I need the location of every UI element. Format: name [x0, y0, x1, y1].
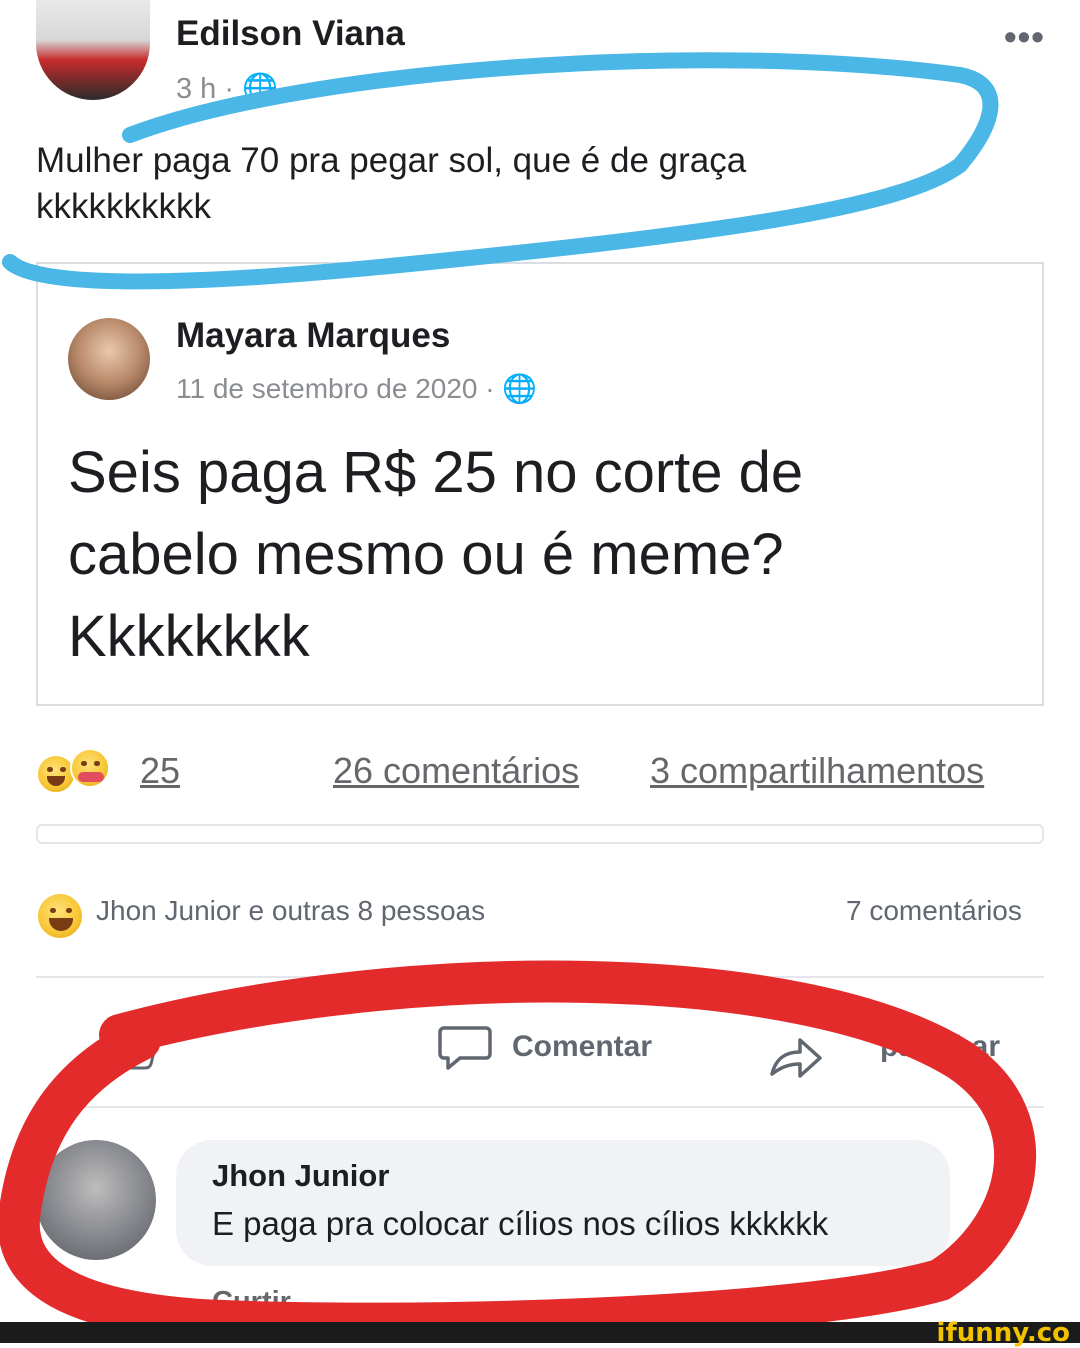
shared-date-text: 11 de setembro de 2020 ·	[176, 373, 503, 404]
share-button[interactable]: partilhar	[880, 1030, 1000, 1064]
post-timestamp[interactable]: 3 h · 🌐	[176, 72, 278, 106]
reactions-count[interactable]: 25	[140, 750, 180, 792]
care-reaction-icon	[70, 748, 110, 788]
comments-count-link[interactable]: 26 comentários	[333, 750, 579, 792]
shared-author-avatar[interactable]	[68, 318, 150, 400]
like-icon[interactable]	[100, 1014, 160, 1074]
post-author[interactable]: Edilson Viana	[176, 14, 405, 54]
post-text: Mulher paga 70 pra pegar sol, que é de g…	[36, 138, 996, 230]
watermark-logo: ifunny.co	[936, 1318, 1070, 1348]
post-time-text: 3 h ·	[176, 73, 235, 105]
haha-reaction-icon	[36, 892, 84, 940]
comment-text: E paga pra colocar cílios nos cílios kkk…	[212, 1205, 829, 1242]
comments-count[interactable]: 7 comentários	[846, 895, 1022, 927]
comment-button[interactable]: Comentar	[512, 1030, 652, 1064]
post-text-line: Mulher paga 70 pra pegar sol, que é de g…	[36, 141, 747, 180]
shared-text-line: Kkkkkkkk	[68, 604, 310, 669]
shared-post-date[interactable]: 11 de setembro de 2020 · 🌐	[176, 372, 537, 405]
avatar[interactable]	[36, 0, 150, 100]
shared-post-author[interactable]: Mayara Marques	[176, 316, 450, 356]
share-icon[interactable]	[766, 1030, 826, 1080]
shared-text-line: Seis paga R$ 25 no corte de	[68, 440, 804, 505]
post-text-line: kkkkkkkkkk	[36, 187, 211, 226]
divider	[36, 976, 1044, 978]
shared-text-line: cabelo mesmo ou é meme?	[68, 522, 784, 587]
comment-author[interactable]: Jhon Junior	[212, 1158, 389, 1194]
bottom-bar	[0, 1322, 1080, 1343]
commenter-avatar[interactable]	[36, 1140, 156, 1260]
shares-count-link[interactable]: 3 compartilhamentos	[650, 750, 984, 792]
globe-icon: 🌐	[502, 373, 538, 404]
globe-icon: 🌐	[242, 73, 279, 105]
divider	[36, 824, 1044, 844]
liked-by-text[interactable]: Jhon Junior e outras 8 pessoas	[96, 895, 485, 927]
comment-icon[interactable]	[438, 1022, 492, 1074]
more-options-button[interactable]: •••	[1004, 16, 1045, 58]
comment-like-button[interactable]: Curtir	[212, 1286, 291, 1319]
divider	[36, 1106, 1044, 1108]
shared-post-text: Seis paga R$ 25 no corte de cabelo mesmo…	[68, 432, 1008, 678]
